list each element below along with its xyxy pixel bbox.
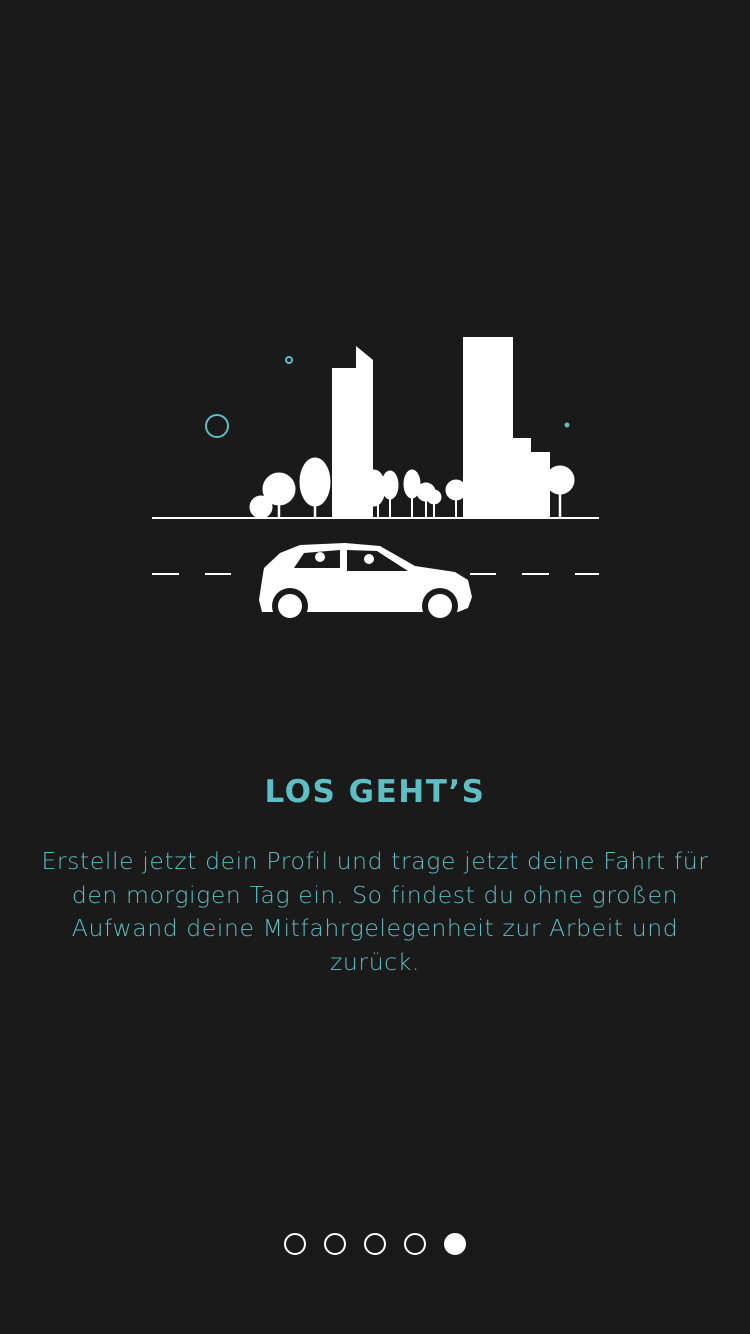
page-dot-5-active[interactable] [444,1233,466,1255]
city-car-illustration [152,337,599,624]
description-text: Erstelle jetzt dein Profil und trage jet… [41,847,709,976]
page-dot-3[interactable] [364,1233,386,1255]
page-dot-1[interactable] [284,1233,306,1255]
decor-dot-icon [564,422,570,428]
decor-circle-large-icon [205,414,229,438]
onboarding-screen: LOS GEHT’S Erstelle jetzt dein Profil un… [0,0,750,1334]
page-indicator [0,1233,750,1257]
page-dot-2[interactable] [324,1233,346,1255]
decor-circle-small-icon [285,356,293,364]
page-title: LOS GEHT’S [264,774,486,810]
car-icon [259,543,472,624]
page-dot-4[interactable] [404,1233,426,1255]
